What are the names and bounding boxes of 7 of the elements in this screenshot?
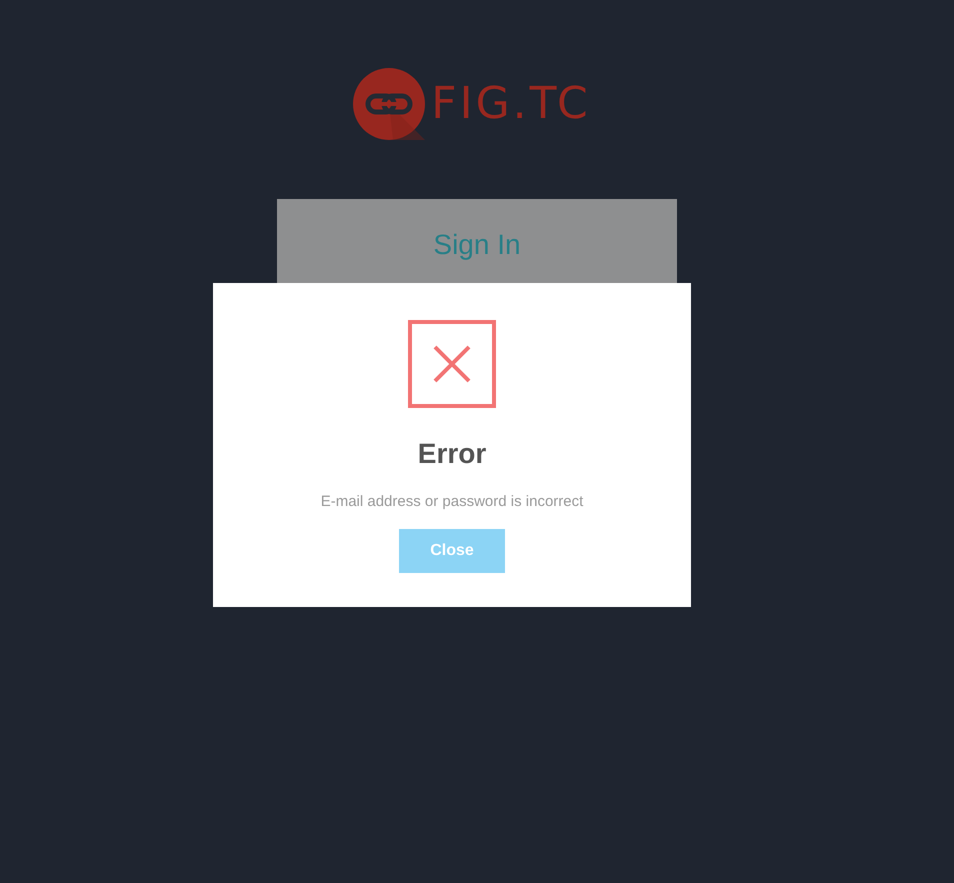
logo-link-icon <box>353 68 426 140</box>
card-title: Sign In <box>433 228 521 262</box>
error-icon <box>408 320 496 408</box>
dialog-message: E-mail address or password is incorrect <box>320 492 584 512</box>
dialog-title: Error <box>418 437 486 471</box>
logo-text: FIG.TC <box>431 82 591 126</box>
close-button[interactable]: Close <box>399 529 505 573</box>
